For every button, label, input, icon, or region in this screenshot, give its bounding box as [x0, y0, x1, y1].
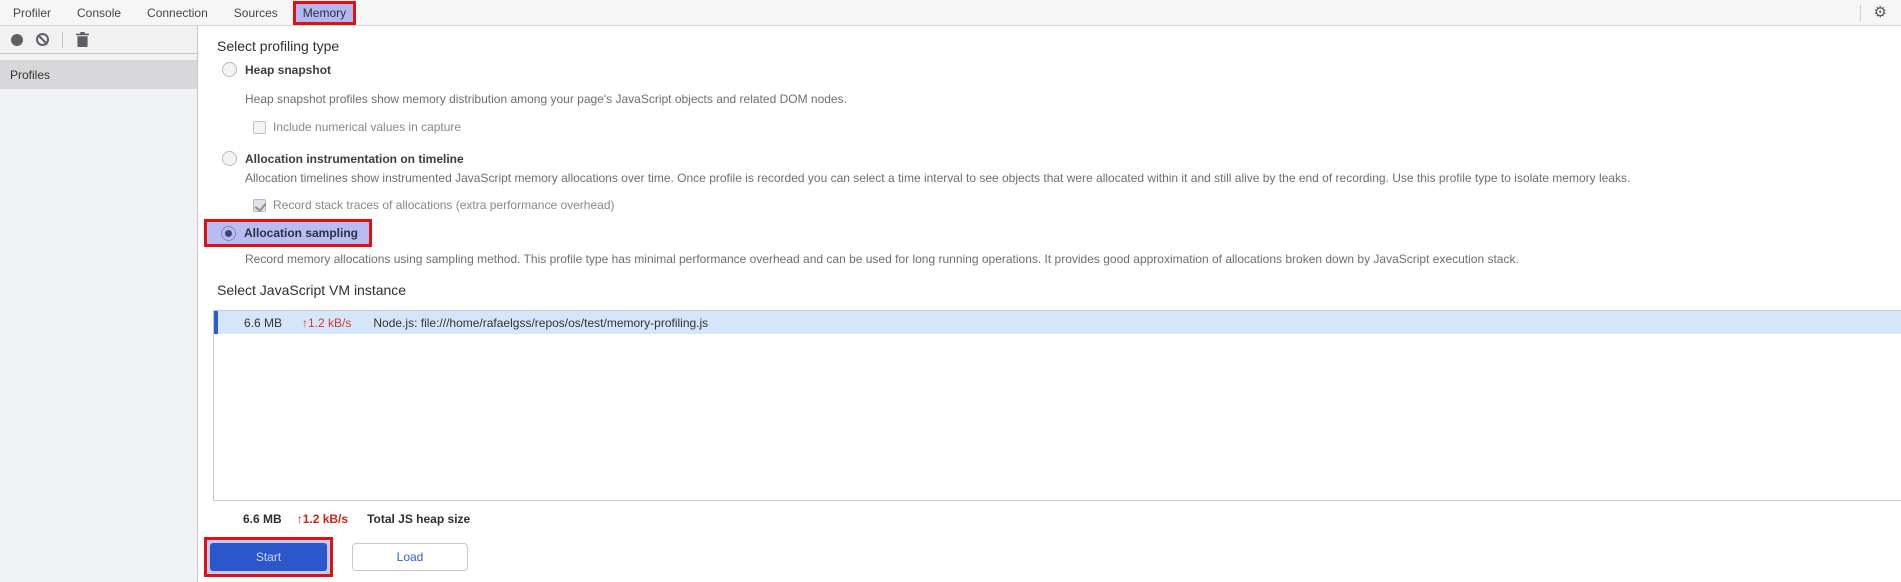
tab-connection[interactable]: Connection: [134, 0, 221, 25]
record-icon[interactable]: [11, 33, 23, 46]
tab-memory[interactable]: Memory: [292, 0, 357, 25]
radio-icon[interactable]: [222, 151, 237, 166]
memory-panel-content: Select profiling type Heap snapshot Heap…: [198, 26, 1901, 582]
radio-label-allocation-sampling[interactable]: Allocation sampling: [244, 226, 358, 240]
profiling-type-heading: Select profiling type: [217, 38, 340, 54]
tab-console[interactable]: Console: [64, 0, 134, 25]
gear-icon[interactable]: ⚙: [1874, 5, 1887, 20]
devtools-memory-panel: Profiler Console Connection Sources Memo…: [0, 0, 1901, 582]
start-button[interactable]: Start: [210, 543, 327, 571]
vm-row-allocation-rate: ↑1.2 kB/s: [302, 315, 352, 330]
trash-icon[interactable]: [76, 32, 89, 47]
heap-snapshot-description: Heap snapshot profiles show memory distr…: [245, 92, 847, 106]
tab-bar: Profiler Console Connection Sources Memo…: [0, 0, 1901, 26]
vm-instance-heading: Select JavaScript VM instance: [217, 282, 407, 298]
toolbar-divider: [1859, 4, 1861, 21]
heap-total-summary: 6.6 MB ↑1.2 kB/s Total JS heap size: [243, 512, 470, 526]
clear-icon[interactable]: [36, 33, 49, 46]
checkbox-checked-icon[interactable]: [253, 198, 266, 212]
annotation-box-allocation-sampling: Allocation sampling: [204, 219, 373, 247]
radio-option-heap-snapshot[interactable]: Heap snapshot: [222, 62, 331, 77]
total-allocation-rate: ↑1.2 kB/s: [296, 512, 349, 526]
tab-profiler[interactable]: Profiler: [0, 0, 64, 25]
tab-sources[interactable]: Sources: [221, 0, 291, 25]
vm-instance-row[interactable]: 6.6 MB ↑1.2 kB/s Node.js: file:///home/r…: [214, 311, 1901, 334]
annotation-box-start-button: Start: [204, 537, 333, 577]
radio-option-allocation-timeline[interactable]: Allocation instrumentation on timeline: [222, 151, 464, 166]
total-heap-size-label: Total JS heap size: [367, 512, 471, 526]
checkbox-record-stack-traces[interactable]: Record stack traces of allocations (extr…: [253, 198, 615, 212]
radio-label[interactable]: Allocation instrumentation on timeline: [245, 152, 464, 166]
allocation-timeline-description: Allocation timelines show instrumented J…: [245, 171, 1631, 185]
vm-instance-table: 6.6 MB ↑1.2 kB/s Node.js: file:///home/r…: [213, 310, 1901, 501]
checkbox-label: Include numerical values in capture: [273, 120, 462, 134]
sidebar-item-profiles[interactable]: Profiles: [0, 60, 197, 89]
tabbar-right-controls: ⚙: [1859, 4, 1901, 21]
profiles-label: Profiles: [10, 67, 51, 82]
vm-row-instance-name: Node.js: file:///home/rafaelgss/repos/os…: [373, 315, 709, 330]
allocation-sampling-description: Record memory allocations using sampling…: [245, 252, 1519, 266]
toolbar-separator: [62, 31, 63, 48]
sidebar: Profiles: [0, 26, 198, 582]
radio-selected-icon[interactable]: [221, 225, 236, 241]
checkbox-icon[interactable]: [253, 120, 266, 134]
radio-icon[interactable]: [222, 62, 237, 77]
vm-row-heap-size: 6.6 MB: [244, 315, 283, 330]
radio-label[interactable]: Heap snapshot: [245, 63, 331, 77]
checkbox-label: Record stack traces of allocations (extr…: [273, 198, 615, 212]
total-heap-size-value: 6.6 MB: [243, 512, 282, 526]
load-button[interactable]: Load: [352, 543, 468, 571]
checkbox-include-numerical-values[interactable]: Include numerical values in capture: [253, 120, 461, 134]
profiler-toolbar: [0, 26, 197, 54]
